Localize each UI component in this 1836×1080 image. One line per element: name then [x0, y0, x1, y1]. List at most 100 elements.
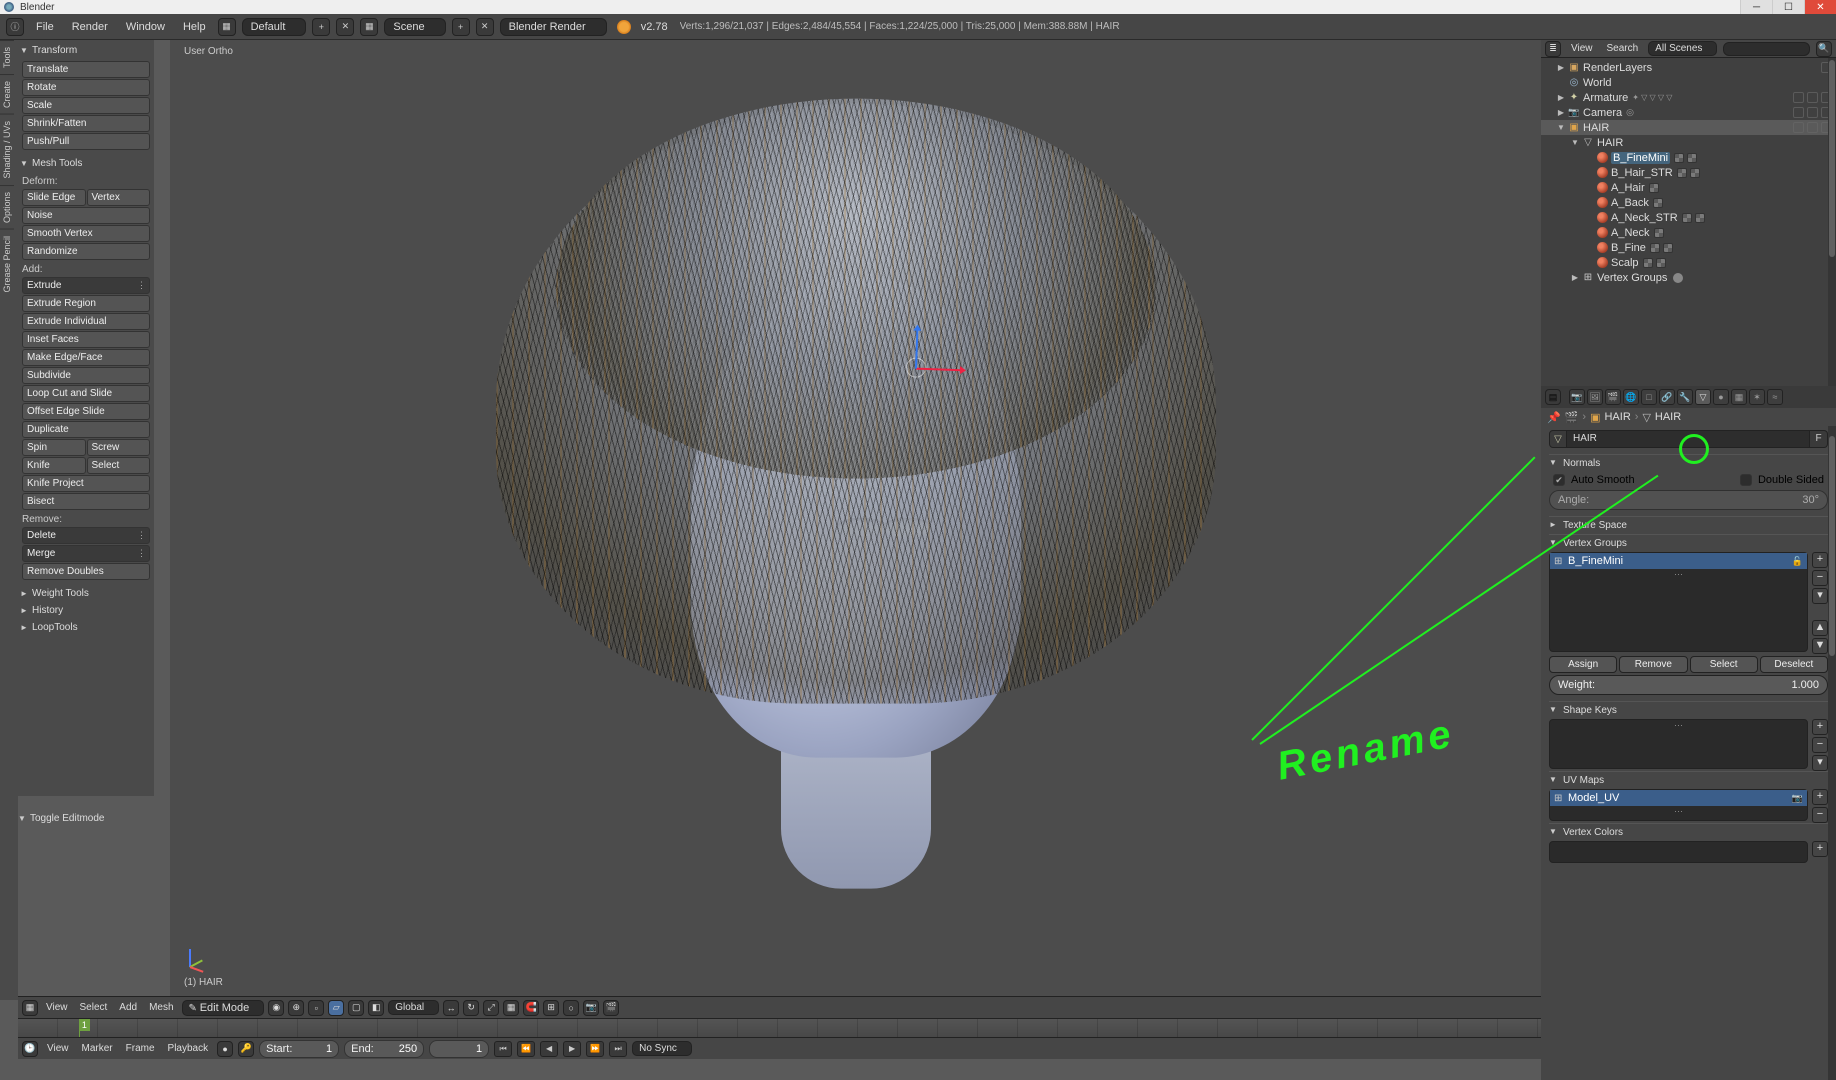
- shrinkfatten-button[interactable]: Shrink/Fatten: [22, 115, 150, 132]
- breadcrumb-data[interactable]: HAIR: [1655, 411, 1681, 423]
- panel-normals[interactable]: Normals: [1549, 454, 1828, 472]
- editor-type-outliner-icon[interactable]: ≣: [1545, 41, 1561, 57]
- outliner-search-input[interactable]: [1723, 42, 1810, 56]
- tab-options[interactable]: Options: [0, 185, 14, 229]
- expand-toggle[interactable]: ▼: [1569, 138, 1581, 147]
- outliner-label[interactable]: A_Hair: [1611, 182, 1645, 194]
- outliner-label[interactable]: Vertex Groups: [1597, 272, 1667, 284]
- manipulator-rotate-icon[interactable]: ↻: [463, 1000, 479, 1016]
- deselect-button[interactable]: Deselect: [1760, 656, 1828, 673]
- expand-toggle[interactable]: ▼: [1555, 123, 1567, 132]
- subdivide-button[interactable]: Subdivide: [22, 367, 150, 384]
- panel-history[interactable]: History: [20, 602, 152, 619]
- outliner-row[interactable]: Scalp: [1541, 255, 1836, 270]
- uv-active-icon[interactable]: 📷: [1792, 793, 1803, 804]
- current-frame-field[interactable]: 1: [429, 1040, 489, 1058]
- outliner-menu-view[interactable]: View: [1567, 42, 1597, 55]
- noise-button[interactable]: Noise: [22, 207, 150, 224]
- layout-add[interactable]: +: [312, 18, 330, 36]
- outliner-label[interactable]: Armature: [1583, 92, 1628, 104]
- 3d-viewport[interactable]: User Ortho (1) HAIR: [170, 40, 1541, 996]
- panel-vertex-groups[interactable]: Vertex Groups: [1549, 534, 1828, 552]
- tab-scene-icon[interactable]: 🎬: [1605, 389, 1621, 405]
- outliner-row[interactable]: ▼▽HAIR: [1541, 135, 1836, 150]
- tl-menu-view[interactable]: View: [43, 1042, 73, 1055]
- sk-add-button[interactable]: +: [1812, 719, 1828, 735]
- shape-keys-listbox[interactable]: [1549, 719, 1808, 769]
- extrude-dropdown[interactable]: Extrude: [22, 277, 150, 294]
- knife-button[interactable]: Knife: [22, 457, 86, 474]
- vg-specials-button[interactable]: ▾: [1812, 588, 1828, 604]
- pushpull-button[interactable]: Push/Pull: [22, 133, 150, 150]
- limit-visible-icon[interactable]: ◧: [368, 1000, 384, 1016]
- expand-toggle[interactable]: ▶: [1555, 63, 1567, 72]
- timeline-cursor[interactable]: [79, 1019, 80, 1037]
- outliner-row[interactable]: A_Hair: [1541, 180, 1836, 195]
- panel-meshtools[interactable]: Mesh Tools: [20, 155, 152, 172]
- outliner-label[interactable]: Camera: [1583, 107, 1622, 119]
- menu-window[interactable]: Window: [120, 19, 171, 35]
- vc-add-button[interactable]: +: [1812, 841, 1828, 857]
- expand-toggle[interactable]: ▶: [1555, 93, 1567, 102]
- remove-doubles-button[interactable]: Remove Doubles: [22, 563, 150, 580]
- manipulator-scale-icon[interactable]: ⤢: [483, 1000, 499, 1016]
- face-select-icon[interactable]: ▢: [348, 1000, 364, 1016]
- fake-user-button[interactable]: F: [1810, 430, 1828, 448]
- lock-icon[interactable]: 🔓: [1792, 556, 1803, 567]
- outliner-row[interactable]: A_Neck: [1541, 225, 1836, 240]
- extrude-region-button[interactable]: Extrude Region: [22, 295, 150, 312]
- panel-looptools[interactable]: LoopTools: [20, 619, 152, 636]
- tab-create[interactable]: Create: [0, 74, 14, 114]
- select-button[interactable]: Select: [1690, 656, 1758, 673]
- prop-edit-icon[interactable]: ○: [563, 1000, 579, 1016]
- layout-dropdown[interactable]: Default: [242, 18, 307, 36]
- outliner-label[interactable]: World: [1583, 77, 1612, 89]
- outliner-label[interactable]: A_Back: [1611, 197, 1649, 209]
- vertex-button[interactable]: Vertex: [87, 189, 151, 206]
- slide-edge-button[interactable]: Slide Edge: [22, 189, 86, 206]
- autokey-icon[interactable]: ●: [217, 1041, 233, 1057]
- tab-texture-icon[interactable]: ▦: [1731, 389, 1747, 405]
- tab-renderlayers-icon[interactable]: 🖼: [1587, 389, 1603, 405]
- scene-dropdown[interactable]: Scene: [384, 18, 445, 36]
- properties-scrollbar[interactable]: [1828, 426, 1836, 1080]
- screw-button[interactable]: Screw: [87, 439, 151, 456]
- opengl-render-icon[interactable]: 📷: [583, 1000, 599, 1016]
- edge-select-icon[interactable]: ▱: [328, 1000, 344, 1016]
- uv-map-name[interactable]: Model_UV: [1568, 792, 1619, 804]
- make-edge-face-button[interactable]: Make Edge/Face: [22, 349, 150, 366]
- screen-browse-icon[interactable]: ▦: [218, 18, 236, 36]
- delete-dropdown[interactable]: Delete: [22, 527, 150, 544]
- expand-toggle[interactable]: ▶: [1555, 108, 1567, 117]
- outliner-label[interactable]: RenderLayers: [1583, 62, 1652, 74]
- outliner-scrollbar[interactable]: [1828, 58, 1836, 386]
- panel-vertex-colors[interactable]: Vertex Colors: [1549, 823, 1828, 841]
- offset-edge-slide-button[interactable]: Offset Edge Slide: [22, 403, 150, 420]
- orientation-dropdown[interactable]: Global: [388, 1000, 439, 1015]
- panel-uv-maps[interactable]: UV Maps: [1549, 771, 1828, 789]
- editor-type-props-icon[interactable]: ▤: [1545, 389, 1561, 405]
- loop-cut-slide-button[interactable]: Loop Cut and Slide: [22, 385, 150, 402]
- tab-world-icon[interactable]: 🌐: [1623, 389, 1639, 405]
- translate-button[interactable]: Translate: [22, 61, 150, 78]
- menu-render[interactable]: Render: [66, 19, 114, 35]
- play-icon[interactable]: ▶: [563, 1041, 581, 1057]
- weight-field[interactable]: Weight:1.000: [1549, 675, 1828, 695]
- outliner-row[interactable]: ▶✦Armature✦ ▽ ▽ ▽ ▽: [1541, 90, 1836, 105]
- timeline-track[interactable]: [18, 1019, 1541, 1037]
- editor-type-icon[interactable]: ⓘ: [6, 18, 24, 36]
- duplicate-button[interactable]: Duplicate: [22, 421, 150, 438]
- pivot-icon[interactable]: ⊕: [288, 1000, 304, 1016]
- list-item[interactable]: ⊞ B_FineMini 🔓: [1550, 553, 1807, 569]
- v3d-menu-select[interactable]: Select: [76, 1001, 112, 1014]
- vg-movedown-button[interactable]: ▼: [1812, 638, 1828, 654]
- smooth-vertex-button[interactable]: Smooth Vertex: [22, 225, 150, 242]
- tab-tools[interactable]: Tools: [0, 40, 14, 74]
- uv-remove-button[interactable]: −: [1812, 807, 1828, 823]
- scene-add[interactable]: +: [452, 18, 470, 36]
- outliner-row[interactable]: A_Back: [1541, 195, 1836, 210]
- outliner-label[interactable]: B_Hair_STR: [1611, 167, 1673, 179]
- snap-type-icon[interactable]: ⊞: [543, 1000, 559, 1016]
- vertex-group-name[interactable]: B_FineMini: [1568, 555, 1623, 567]
- editor-type-3dview-icon[interactable]: ▦: [22, 1000, 38, 1016]
